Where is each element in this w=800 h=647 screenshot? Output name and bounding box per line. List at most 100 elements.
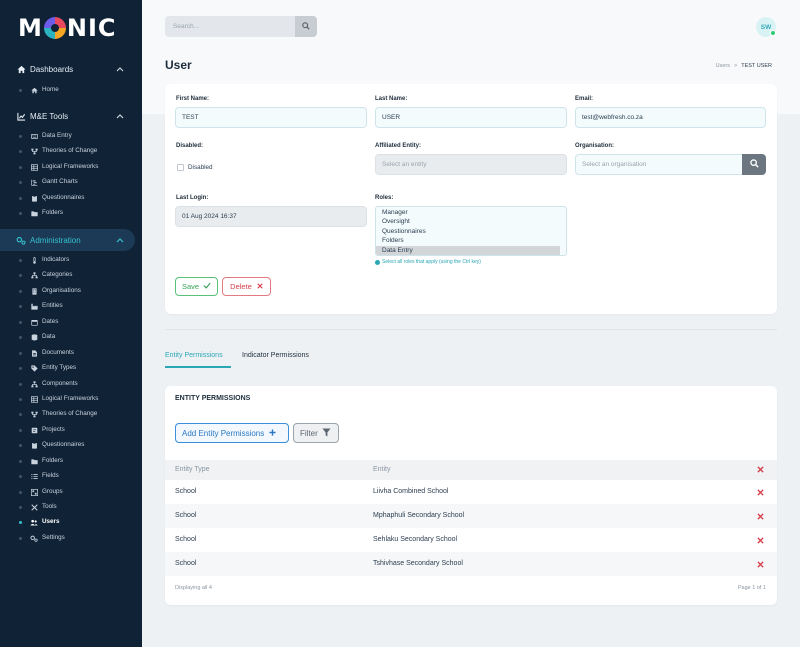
sidebar-item-folders[interactable]: Folders (0, 206, 142, 220)
sidebar-section-administration[interactable]: Administration (0, 229, 135, 251)
sidebar-item-label: Questionnaires (42, 441, 85, 448)
tab-entity-permissions[interactable]: Entity Permissions (165, 352, 223, 359)
sidebar-item-theories-of-change-admin[interactable]: Theories of Change (0, 407, 142, 421)
sidebar-item-entity-types[interactable]: Entity Types (0, 361, 142, 375)
add-entity-permissions-button[interactable]: Add Entity Permissions (175, 423, 289, 443)
file-icon (30, 349, 38, 357)
disabled-checkbox[interactable] (177, 164, 184, 171)
sidebar-item-data[interactable]: Data (0, 330, 142, 344)
first-name-input[interactable]: TEST (175, 107, 367, 128)
sidebar-item-label: Folders (42, 209, 63, 216)
sidebar-item-logical-frameworks[interactable]: Logical Frameworks (0, 160, 142, 174)
search-icon (749, 159, 759, 170)
user-avatar[interactable]: SW (756, 17, 776, 37)
chevron-up-icon[interactable] (116, 64, 124, 74)
sidebar-item-projects[interactable]: Projects (0, 423, 142, 437)
sidebar-item-tools[interactable]: Tools (0, 500, 142, 514)
sidebar-item-label: Tools (42, 503, 57, 510)
remove-row-icon[interactable] (757, 512, 764, 522)
sidebar-item-organisations[interactable]: Organisations (0, 284, 142, 298)
projects-icon (30, 426, 38, 434)
sidebar-item-components[interactable]: Components (0, 377, 142, 391)
sidebar-item-questionnaires-admin[interactable]: Questionnaires (0, 438, 142, 452)
role-option-manager[interactable]: Manager (376, 208, 566, 218)
sidebar-item-folders-admin[interactable]: Folders (0, 454, 142, 468)
cell-entity-type: School (175, 560, 197, 567)
role-option-oversight[interactable]: Oversight (376, 217, 566, 227)
sidebar-item-theories-of-change[interactable]: Theories of Change (0, 144, 142, 158)
sidebar-section-me-tools[interactable]: M&E Tools (0, 105, 142, 127)
close-icon (257, 282, 263, 291)
cell-entity: Liivha Combined School (373, 488, 449, 495)
affiliated-entity-select[interactable]: Select an entity (375, 154, 567, 175)
chevron-up-icon[interactable] (116, 111, 124, 121)
sidebar-item-settings[interactable]: Settings (0, 531, 142, 545)
sidebar-item-users[interactable]: Users (0, 515, 142, 529)
clipboard-icon (30, 441, 38, 449)
sidebar-item-indicators[interactable]: Indicators (0, 253, 142, 267)
home-icon (30, 86, 38, 94)
add-button-label: Add Entity Permissions (182, 428, 265, 438)
breadcrumb-users-link[interactable]: Users (716, 63, 730, 69)
filter-button-label: Filter (300, 428, 318, 438)
last-name-input[interactable]: USER (375, 107, 567, 128)
sidebar-item-questionnaires[interactable]: Questionnaires (0, 191, 142, 205)
sidebar-item-label: Projects (42, 426, 65, 433)
sidebar-item-data-entry[interactable]: Data Entry (0, 129, 142, 143)
sidebar-item-categories[interactable]: Categories (0, 268, 142, 282)
roles-hint-text: Select all roles that apply (using the C… (382, 259, 481, 265)
role-option-folders[interactable]: Folders (376, 236, 566, 246)
search-input[interactable] (165, 16, 295, 37)
filter-button[interactable]: Filter (293, 423, 339, 443)
sidebar-item-fields[interactable]: Fields (0, 469, 142, 483)
sidebar-item-label: Users (42, 518, 60, 525)
role-option-questionnaires[interactable]: Questionnaires (376, 227, 566, 237)
role-option-data-entry[interactable]: Data Entry (376, 245, 560, 255)
bullet-icon (19, 212, 22, 215)
organisation-input[interactable]: Select an organisation (575, 154, 743, 175)
column-header-entity-type[interactable]: Entity Type (175, 466, 210, 473)
disabled-checkbox-label[interactable]: Disabled (188, 164, 213, 171)
tab-indicator-permissions[interactable]: Indicator Permissions (242, 352, 309, 359)
email-input[interactable]: test@webfresh.co.za (575, 107, 766, 128)
entity-permissions-title: ENTITY PERMISSIONS (175, 395, 251, 402)
bullet-icon (19, 305, 22, 308)
sidebar-item-groups[interactable]: Groups (0, 485, 142, 499)
sidebar-item-documents[interactable]: Documents (0, 346, 142, 360)
sidebar-item-home[interactable]: Home (0, 83, 142, 97)
table-footer-pagination: Page 1 of 1 (737, 585, 766, 591)
remove-row-icon[interactable] (757, 536, 764, 546)
sidebar-item-gantt-charts[interactable]: Gantt Charts (0, 175, 142, 189)
remove-row-icon[interactable] (757, 488, 764, 498)
bullet-icon (19, 135, 22, 138)
sidebar-item-label: Indicators (42, 256, 70, 263)
sidebar-item-label: Data (42, 333, 56, 340)
app-logo[interactable]: M NIC (18, 14, 117, 42)
cell-entity-type: School (175, 536, 197, 543)
check-icon (203, 282, 211, 291)
bullet-icon (19, 475, 22, 478)
sidebar-item-logical-frameworks-admin[interactable]: Logical Frameworks (0, 392, 142, 406)
roles-listbox[interactable]: Manager Oversight Questionnaires Folders… (375, 206, 567, 256)
search-button[interactable] (295, 16, 317, 37)
folder-icon (30, 457, 38, 465)
delete-button[interactable]: Delete (222, 277, 271, 296)
save-button[interactable]: Save (175, 277, 218, 296)
sidebar-item-entities[interactable]: Entities (0, 299, 142, 313)
sidebar-section-dashboards[interactable]: Dashboards (0, 58, 142, 80)
bullet-icon (19, 336, 22, 339)
sidebar-item-label: Dates (42, 318, 59, 325)
organisation-search-button[interactable] (742, 154, 766, 175)
bullet-icon (19, 197, 22, 200)
chevron-up-icon[interactable] (116, 235, 124, 245)
remove-row-icon[interactable] (757, 560, 764, 570)
gantt-icon (30, 178, 38, 186)
sidebar-item-label: Logical Frameworks (42, 163, 99, 170)
sidebar-item-dates[interactable]: Dates (0, 315, 142, 329)
cell-entity-type: School (175, 488, 197, 495)
filter-icon (322, 427, 331, 439)
bullet-icon (19, 413, 22, 416)
column-header-entity[interactable]: Entity (373, 466, 391, 473)
clear-all-icon[interactable] (757, 465, 764, 475)
bullet-icon (19, 352, 22, 355)
